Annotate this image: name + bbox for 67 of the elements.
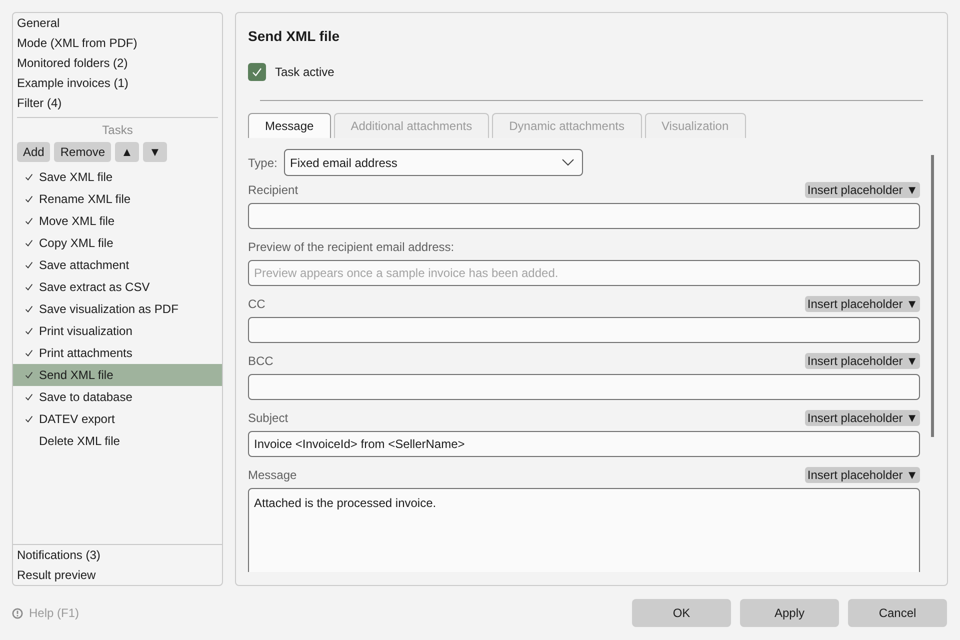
task-item[interactable]: Move XML file: [13, 210, 222, 232]
insert-placeholder-button[interactable]: Insert placeholder ▼: [805, 467, 920, 483]
sidebar-item[interactable]: Example invoices (1): [13, 73, 222, 93]
task-item[interactable]: Delete XML file: [13, 430, 222, 452]
sidebar-item[interactable]: Mode (XML from PDF): [13, 33, 222, 53]
toolbar-button[interactable]: Remove: [54, 142, 112, 162]
dialog-button[interactable]: Apply: [740, 599, 839, 627]
panel-title: Send XML file: [248, 27, 341, 45]
toolbar-button[interactable]: ▼: [142, 142, 167, 162]
field-label: Type:: [248, 154, 278, 172]
field-label: Recipient: [248, 182, 298, 199]
field-label: Message: [248, 467, 297, 484]
text-input[interactable]: [248, 317, 920, 343]
task-item[interactable]: DATEV export: [13, 408, 222, 430]
sidebar-item[interactable]: Notifications (3): [13, 545, 222, 565]
text-input[interactable]: Preview appears once a sample invoice has been added.: [248, 260, 920, 286]
sidebar-item[interactable]: Monitored folders (2): [13, 53, 222, 73]
task-item[interactable]: Save visualization as PDF: [13, 298, 222, 320]
task-item[interactable]: Save attachment: [13, 254, 222, 276]
check-icon: [25, 393, 33, 401]
message-textarea[interactable]: Attached is the processed invoice.: [248, 488, 920, 572]
text-input[interactable]: [248, 203, 920, 229]
check-icon: [25, 415, 33, 423]
check-icon: [25, 349, 33, 357]
insert-placeholder-button[interactable]: Insert placeholder ▼: [805, 410, 920, 426]
task-item[interactable]: Save extract as CSV: [13, 276, 222, 298]
type-dropdown[interactable]: Fixed email address: [284, 149, 583, 176]
text-input[interactable]: Invoice <InvoiceId> from <SellerName>: [248, 431, 920, 457]
check-icon: [25, 327, 33, 335]
check-icon: [25, 261, 33, 269]
chevron-down-icon: [562, 159, 574, 166]
tab[interactable]: Message: [248, 113, 331, 138]
sidebar-item[interactable]: Result preview: [13, 565, 222, 585]
task-item[interactable]: Save to database: [13, 386, 222, 408]
task-item[interactable]: Rename XML file: [13, 188, 222, 210]
check-icon: [25, 239, 33, 247]
field-label: CC: [248, 296, 266, 313]
sidebar-item[interactable]: Filter (4): [13, 93, 222, 113]
check-icon: [25, 305, 33, 313]
tasks-heading: Tasks: [101, 122, 134, 138]
insert-placeholder-button[interactable]: Insert placeholder ▼: [805, 296, 920, 312]
check-icon: [252, 67, 262, 77]
field-label: BCC: [248, 353, 274, 370]
field-label: Preview of the recipient email address:: [248, 239, 454, 256]
task-item[interactable]: Copy XML file: [13, 232, 222, 254]
task-item[interactable]: Save XML file: [13, 166, 222, 188]
insert-placeholder-button[interactable]: Insert placeholder ▼: [805, 353, 920, 369]
task-item[interactable]: Send XML file: [13, 364, 222, 386]
check-icon: [25, 217, 33, 225]
text-input[interactable]: [248, 374, 920, 400]
dialog-button[interactable]: Cancel: [848, 599, 947, 627]
toolbar-button[interactable]: Add: [17, 142, 50, 162]
check-icon: [25, 371, 33, 379]
check-icon: [25, 195, 33, 203]
checkbox[interactable]: [248, 63, 266, 81]
dialog-button[interactable]: OK: [632, 599, 731, 627]
check-icon: [25, 283, 33, 291]
scrollbar[interactable]: [931, 155, 934, 437]
checkbox-label: Task active: [275, 64, 334, 81]
sidebar-item[interactable]: General: [13, 13, 222, 33]
task-item[interactable]: Print visualization: [13, 320, 222, 342]
toolbar-button[interactable]: ▲: [115, 142, 139, 162]
exclamation-circle-icon: [12, 608, 23, 618]
insert-placeholder-button[interactable]: Insert placeholder ▼: [805, 182, 920, 198]
field-label: Subject: [248, 410, 288, 427]
check-icon: [25, 173, 33, 181]
task-item[interactable]: Print attachments: [13, 342, 222, 364]
